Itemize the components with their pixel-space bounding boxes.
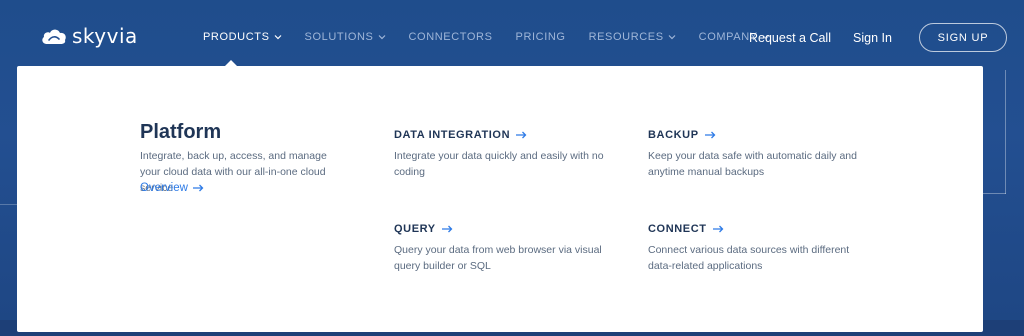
data-integration-link[interactable]: DATA INTEGRATION bbox=[394, 129, 604, 141]
decorative-line bbox=[983, 193, 1006, 194]
overview-link[interactable]: Overview bbox=[140, 182, 204, 194]
decorative-line bbox=[0, 204, 17, 205]
platform-title: Platform bbox=[140, 121, 222, 143]
sign-up-button[interactable]: SIGN UP bbox=[919, 23, 1007, 52]
decorative-line bbox=[1005, 70, 1006, 194]
nav-item-solutions[interactable]: SOLUTIONS bbox=[305, 31, 386, 43]
item-description: Query your data from web browser via vis… bbox=[394, 244, 602, 272]
nav-item-products[interactable]: PRODUCTS bbox=[203, 31, 282, 43]
menu-item-backup: BACKUP Keep your data safe with automati… bbox=[648, 129, 858, 180]
logo[interactable]: skyvia bbox=[40, 24, 138, 48]
nav-item-connectors[interactable]: CONNECTORS bbox=[409, 31, 493, 43]
item-title: QUERY bbox=[394, 223, 436, 235]
item-title: CONNECT bbox=[648, 223, 707, 235]
main-nav: PRODUCTS SOLUTIONS CONNECTORS PRICING RE… bbox=[203, 31, 793, 43]
arrow-right-icon bbox=[516, 131, 527, 139]
sign-in-link[interactable]: Sign In bbox=[853, 31, 892, 45]
arrow-right-icon bbox=[192, 184, 204, 192]
chevron-down-icon bbox=[274, 35, 281, 40]
item-title: BACKUP bbox=[648, 129, 699, 141]
menu-item-data-integration: DATA INTEGRATION Integrate your data qui… bbox=[394, 129, 604, 180]
nav-item-label: PRODUCTS bbox=[203, 31, 270, 43]
query-link[interactable]: QUERY bbox=[394, 223, 604, 235]
item-description: Connect various data sources with differ… bbox=[648, 244, 850, 272]
nav-item-pricing[interactable]: PRICING bbox=[516, 31, 566, 43]
item-description: Integrate your data quickly and easily w… bbox=[394, 150, 604, 178]
nav-item-label: SOLUTIONS bbox=[304, 31, 374, 43]
chevron-down-icon bbox=[668, 35, 676, 40]
nav-item-label: PRICING bbox=[515, 31, 566, 43]
request-call-link[interactable]: Request a Call bbox=[749, 31, 831, 45]
menu-item-connect: CONNECT Connect various data sources wit… bbox=[648, 223, 858, 274]
nav-item-label: CONNECTORS bbox=[408, 31, 493, 43]
connect-link[interactable]: CONNECT bbox=[648, 223, 858, 235]
arrow-right-icon bbox=[441, 225, 453, 233]
chevron-down-icon bbox=[378, 35, 385, 40]
brand-name: skyvia bbox=[72, 24, 138, 48]
site-header: skyvia PRODUCTS SOLUTIONS CONNECTORS PRI… bbox=[0, 0, 1024, 66]
cloud-icon bbox=[42, 29, 66, 44]
item-description: Keep your data safe with automatic daily… bbox=[648, 150, 857, 178]
arrow-right-icon bbox=[712, 225, 724, 233]
menu-item-query: QUERY Query your data from web browser v… bbox=[394, 223, 604, 274]
item-title: DATA INTEGRATION bbox=[394, 129, 511, 141]
nav-item-resources[interactable]: RESOURCES bbox=[589, 31, 676, 43]
backup-link[interactable]: BACKUP bbox=[648, 129, 858, 141]
arrow-right-icon bbox=[704, 131, 716, 139]
nav-item-label: RESOURCES bbox=[588, 31, 664, 43]
overview-label: Overview bbox=[140, 182, 188, 194]
products-dropdown-panel: Platform Integrate, back up, access, and… bbox=[17, 66, 983, 332]
